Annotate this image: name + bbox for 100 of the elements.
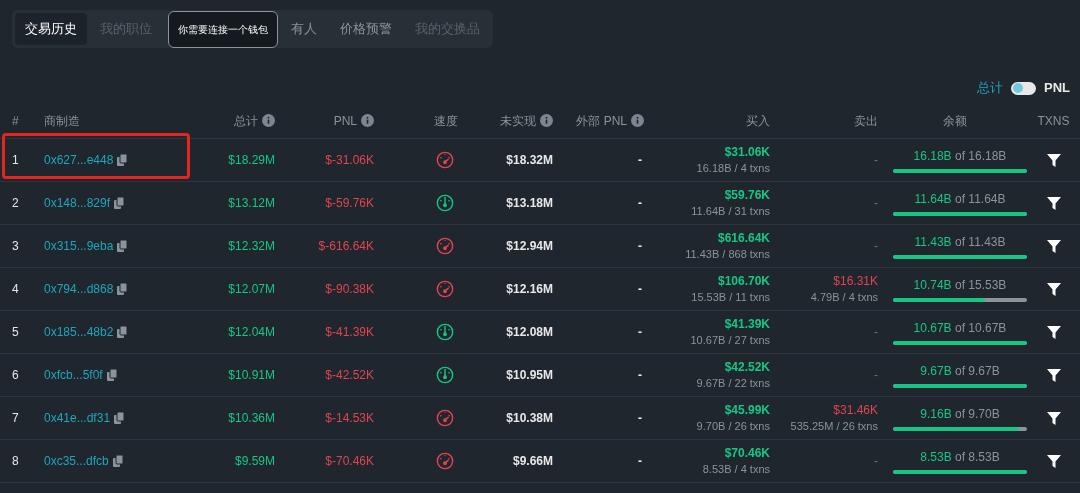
- rank-cell: 5: [12, 325, 19, 339]
- column-header: #: [12, 112, 19, 130]
- column-header: 速度: [434, 112, 458, 130]
- rank-cell: 2: [12, 196, 19, 210]
- tab[interactable]: 价格预警: [330, 13, 402, 45]
- buy-detail: 11.43B / 868 txns: [685, 247, 770, 262]
- buy-amount: $31.06K: [724, 144, 770, 160]
- external-pnl-cell-text: -: [638, 238, 642, 255]
- buy-amount: $45.99K: [724, 402, 770, 418]
- total-cell-text: $12.32M: [228, 238, 275, 255]
- pnl-cell-text: $-42.52K: [325, 367, 374, 384]
- tab[interactable]: 有人: [291, 13, 327, 45]
- column-header: 卖出: [854, 112, 878, 130]
- sell-detail: 535.25M / 26 txns: [790, 419, 878, 434]
- buy-detail: 10.67B / 27 txns: [690, 333, 770, 348]
- copy-icon[interactable]: [112, 455, 124, 467]
- column-header: 未实现: [500, 112, 536, 130]
- balance-text: 10.67B of 10.67B: [913, 320, 1007, 337]
- balance-text: 10.74B of 15.53B: [913, 277, 1007, 294]
- rank-cell: 6: [12, 368, 19, 382]
- tooltip: 你需要连接一个钱包: [168, 11, 278, 48]
- address-link[interactable]: 0x794...d868: [44, 280, 114, 298]
- buy-amount: $616.64K: [717, 230, 770, 246]
- buy-detail: 9.70B / 26 txns: [696, 419, 770, 434]
- toggle-switch[interactable]: [1011, 81, 1036, 95]
- filter-icon[interactable]: [1046, 196, 1061, 210]
- filter-icon[interactable]: [1046, 368, 1061, 382]
- buy-detail: 11.64B / 31 txns: [691, 204, 770, 219]
- info-icon[interactable]: [540, 114, 553, 127]
- buy-amount: $42.52K: [724, 359, 770, 375]
- copy-icon[interactable]: [117, 283, 129, 295]
- buy-amount: $41.39K: [724, 316, 770, 332]
- balance-text: 11.64B of 11.64B: [914, 191, 1006, 208]
- tab[interactable]: 交易历史: [15, 13, 87, 45]
- sell-detail: 4.79B / 4 txns: [810, 290, 878, 305]
- unrealized-cell-text: $9.66M: [512, 453, 553, 470]
- address-link[interactable]: 0x627...e448: [44, 151, 114, 169]
- address-link[interactable]: 0xfcb...5f0f: [44, 366, 103, 384]
- info-icon[interactable]: [262, 114, 275, 127]
- sell-amount: $31.46K: [833, 402, 878, 418]
- external-pnl-cell-text: -: [638, 410, 642, 427]
- filter-icon[interactable]: [1046, 454, 1061, 468]
- address-link[interactable]: 0x148...829f: [44, 194, 111, 212]
- total-cell-text: $10.91M: [228, 367, 275, 384]
- filter-icon[interactable]: [1046, 153, 1061, 167]
- balance-text: 16.18B of 16.18B: [913, 148, 1007, 165]
- column-header: 商制造: [44, 112, 80, 130]
- sell-empty: -: [874, 453, 878, 469]
- column-header: 买入: [746, 112, 770, 130]
- sell-empty: -: [874, 238, 878, 254]
- pnl-cell-text: $-31.06K: [325, 152, 374, 169]
- filter-icon[interactable]: [1046, 239, 1061, 253]
- unrealized-cell-text: $12.16M: [506, 281, 553, 298]
- column-header: 余额: [943, 112, 967, 130]
- address-link[interactable]: 0x185...48b2: [44, 323, 114, 341]
- filter-icon[interactable]: [1046, 325, 1061, 339]
- balance-text: 9.16B of 9.70B: [920, 406, 1000, 423]
- buy-detail: 8.53B / 4 txns: [702, 462, 770, 477]
- total-cell-text: $10.36M: [228, 410, 275, 427]
- external-pnl-cell-text: -: [638, 195, 642, 212]
- info-icon[interactable]: [361, 114, 374, 127]
- unrealized-cell-text: $12.08M: [506, 324, 553, 341]
- address-link[interactable]: 0x315...9eba: [44, 237, 114, 255]
- total-cell-text: $13.12M: [228, 195, 275, 212]
- sell-empty: -: [874, 367, 878, 383]
- external-pnl-cell-text: -: [638, 281, 642, 298]
- address-link[interactable]: 0x41e...df31: [44, 409, 111, 427]
- buy-detail: 9.67B / 22 txns: [696, 376, 770, 391]
- unrealized-cell-text: $10.38M: [506, 410, 553, 427]
- buy-amount: $59.76K: [724, 187, 770, 203]
- pnl-cell-text: $-70.46K: [325, 453, 374, 470]
- buy-detail: 15.53B / 11 txns: [691, 290, 770, 305]
- sell-empty: -: [874, 324, 878, 340]
- total-cell-text: $12.07M: [228, 281, 275, 298]
- pnl-cell-text: $-90.38K: [325, 281, 374, 298]
- external-pnl-cell-text: -: [638, 453, 642, 470]
- rank-cell: 3: [12, 239, 19, 253]
- filter-icon[interactable]: [1046, 282, 1061, 296]
- unrealized-cell-text: $10.95M: [506, 367, 553, 384]
- sell-empty: -: [874, 152, 878, 168]
- sell-amount: $16.31K: [833, 273, 878, 289]
- copy-icon[interactable]: [117, 326, 129, 338]
- total-cell-text: $18.29M: [228, 152, 275, 169]
- filter-icon[interactable]: [1046, 411, 1061, 425]
- info-icon[interactable]: [631, 114, 644, 127]
- address-link[interactable]: 0xc35...dfcb: [44, 452, 109, 470]
- rank-cell: 1: [12, 153, 19, 167]
- column-header: PNL: [333, 112, 357, 130]
- copy-icon[interactable]: [117, 154, 129, 166]
- copy-icon[interactable]: [106, 369, 118, 381]
- buy-detail: 16.18B / 4 txns: [696, 161, 770, 176]
- buy-amount: $106.70K: [717, 273, 770, 289]
- unrealized-cell-text: $18.32M: [506, 152, 553, 169]
- external-pnl-cell-text: -: [638, 367, 642, 384]
- copy-icon[interactable]: [117, 240, 129, 252]
- pnl-cell-text: $-59.76K: [325, 195, 374, 212]
- column-header: 外部 PNL: [576, 112, 627, 130]
- copy-icon[interactable]: [114, 412, 126, 424]
- buy-amount: $70.46K: [724, 445, 770, 461]
- copy-icon[interactable]: [114, 197, 126, 209]
